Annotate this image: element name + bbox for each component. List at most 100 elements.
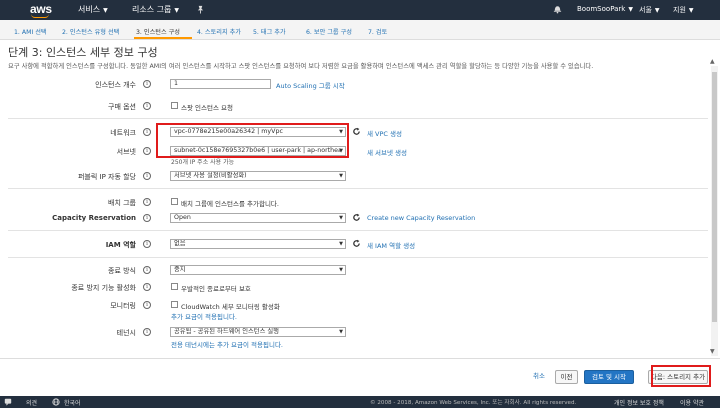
info-icon[interactable]: i: [143, 102, 151, 110]
capacity-reservation-select[interactable]: Open ▼: [170, 213, 346, 223]
step-configure-security-group[interactable]: 6. 보안 그룹 구성: [306, 27, 352, 36]
refresh-icon[interactable]: [352, 239, 361, 248]
create-vpc-link[interactable]: 새 VPC 생성: [367, 128, 402, 138]
account-menu[interactable]: BoomSooPark ▼: [577, 5, 633, 13]
dropdown-arrow-icon: ▼: [339, 215, 343, 221]
refresh-icon[interactable]: [352, 213, 361, 222]
pin-icon[interactable]: [196, 5, 205, 14]
info-icon[interactable]: i: [143, 301, 151, 309]
review-and-launch-button[interactable]: 검토 및 시작: [584, 370, 634, 384]
chevron-down-icon: ▼: [103, 7, 108, 14]
tenancy-select[interactable]: 공유됨 - 공유된 하드웨어 인스턴스 실행 ▼: [170, 327, 346, 337]
scroll-down-arrow-icon[interactable]: ▼: [710, 348, 715, 355]
cancel-button[interactable]: 취소: [528, 370, 550, 384]
wizard-steps: 1. AMI 선택 2. 인스턴스 유형 선택 3. 인스턴스 구성 4. 스토…: [0, 20, 720, 40]
tenancy-label: 테넌시: [116, 329, 136, 337]
dropdown-arrow-icon: ▼: [339, 241, 343, 247]
account-name: BoomSooPark: [577, 5, 626, 13]
support-label: 지원: [673, 6, 686, 14]
step-configure-instance[interactable]: 3. 인스턴스 구성: [136, 27, 180, 36]
monitoring-checkbox[interactable]: [171, 301, 178, 308]
iam-role-label: IAM 역할: [105, 241, 136, 249]
support-menu[interactable]: 지원 ▼: [673, 5, 694, 15]
section-divider: [8, 188, 708, 189]
feedback-icon[interactable]: [4, 398, 12, 406]
section-divider: [8, 257, 708, 258]
globe-icon: [52, 398, 60, 406]
resource-groups-label: 리소스 그룹: [132, 5, 172, 14]
services-menu[interactable]: 서비스 ▼: [78, 4, 108, 15]
iam-role-select[interactable]: 없음 ▼: [170, 239, 346, 249]
iam-role-value: 없음: [174, 240, 186, 247]
feedback-link[interactable]: 의견: [26, 398, 37, 407]
info-icon[interactable]: i: [143, 147, 151, 155]
instance-count-input[interactable]: 1: [170, 79, 271, 89]
auto-scaling-link[interactable]: Auto Scaling 그룹 시작: [276, 80, 345, 90]
spot-instance-checkbox-label: 스팟 인스턴스 요청: [181, 104, 233, 112]
step-review[interactable]: 7. 검토: [368, 27, 387, 36]
info-icon[interactable]: i: [143, 198, 151, 206]
dropdown-arrow-icon: ▼: [339, 267, 343, 273]
public-ip-select-value: 서브넷 사용 설정(비활성화): [174, 172, 247, 179]
tenancy-cost-note: 전용 테넌시에는 추가 요금이 적용됩니다.: [171, 341, 283, 349]
resource-groups-menu[interactable]: 리소스 그룹 ▼: [132, 4, 179, 15]
aws-logo-smile-icon: [31, 14, 49, 18]
monitoring-label: 모니터링: [110, 302, 136, 310]
console-footer: 의견 한국어 © 2008 - 2018, Amazon Web Service…: [0, 396, 720, 408]
network-label: 네트워크: [110, 129, 136, 137]
chevron-down-icon: ▼: [654, 7, 660, 14]
info-icon[interactable]: i: [143, 266, 151, 274]
placement-group-label: 배치 그룹: [108, 199, 136, 207]
chevron-down-icon: ▼: [174, 7, 179, 14]
terms-of-use-link[interactable]: 이용 약관: [680, 398, 704, 407]
info-icon[interactable]: i: [143, 240, 151, 248]
public-ip-label: 퍼블릭 IP 자동 할당: [77, 173, 136, 181]
placement-group-checkbox[interactable]: [171, 198, 178, 205]
instance-count-label: 인스턴스 개수: [95, 81, 136, 89]
dropdown-arrow-icon: ▼: [339, 173, 343, 179]
previous-button[interactable]: 이전: [555, 370, 578, 384]
dropdown-arrow-icon: ▼: [339, 329, 343, 335]
termination-protection-label: 종료 방지 기능 활성화: [71, 284, 136, 292]
page-description: 요구 사항에 적합하게 인스턴스를 구성합니다. 동일한 AMI의 여러 인스턴…: [8, 63, 594, 70]
termination-protection-checkbox[interactable]: [171, 283, 178, 290]
info-icon[interactable]: i: [143, 128, 151, 136]
chevron-down-icon: ▼: [628, 6, 633, 13]
subnet-available-ips: 250개 IP 주소 사용 가능: [171, 159, 235, 166]
info-icon[interactable]: i: [143, 172, 151, 180]
bell-icon[interactable]: [553, 4, 562, 14]
shutdown-behavior-select[interactable]: 중지 ▼: [170, 265, 346, 275]
purchase-option-label: 구매 옵션: [108, 103, 136, 111]
active-step-indicator: [134, 37, 192, 39]
monitoring-cost-note: 추가 요금이 적용됩니다.: [171, 313, 237, 321]
region-label: 서울: [639, 6, 652, 14]
step-choose-instance-type[interactable]: 2. 인스턴스 유형 선택: [62, 27, 119, 36]
privacy-policy-link[interactable]: 개인 정보 보호 정책: [614, 398, 664, 407]
copyright-text: © 2008 - 2018, Amazon Web Services, Inc.…: [370, 400, 577, 406]
create-subnet-link[interactable]: 새 서브넷 생성: [367, 147, 407, 157]
region-menu[interactable]: 서울 ▼: [639, 5, 660, 15]
step-add-tags[interactable]: 5. 태그 추가: [253, 27, 286, 36]
section-divider: [8, 118, 708, 119]
refresh-icon[interactable]: [352, 127, 361, 136]
capacity-reservation-value: Open: [174, 214, 191, 221]
info-icon[interactable]: i: [143, 80, 151, 88]
monitoring-checkbox-label: CloudWatch 세부 모니터링 활성화: [181, 303, 280, 311]
tenancy-value: 공유됨 - 공유된 하드웨어 인스턴스 실행: [174, 328, 279, 335]
page-title: 단계 3: 인스턴스 세부 정보 구성: [8, 46, 158, 59]
language-selector[interactable]: 한국어: [64, 398, 81, 407]
placement-group-checkbox-label: 배치 그룹에 인스턴스를 추가합니다.: [181, 200, 279, 208]
capacity-reservation-label: Capacity Reservation: [52, 214, 136, 222]
spot-instance-checkbox[interactable]: [171, 102, 178, 109]
scroll-up-arrow-icon[interactable]: ▲: [710, 58, 715, 65]
create-iam-role-link[interactable]: 새 IAM 역할 생성: [367, 240, 415, 250]
wizard-action-bar: 취소 이전 검토 및 시작 다음: 스토리지 추가: [0, 358, 720, 396]
info-icon[interactable]: i: [143, 214, 151, 222]
info-icon[interactable]: i: [143, 283, 151, 291]
scrollbar-thumb[interactable]: [712, 72, 717, 322]
public-ip-select[interactable]: 서브넷 사용 설정(비활성화) ▼: [170, 171, 346, 181]
info-icon[interactable]: i: [143, 328, 151, 336]
step-choose-ami[interactable]: 1. AMI 선택: [14, 27, 47, 36]
step-add-storage[interactable]: 4. 스토리지 추가: [197, 27, 241, 36]
create-capacity-reservation-link[interactable]: Create new Capacity Reservation: [367, 214, 475, 222]
